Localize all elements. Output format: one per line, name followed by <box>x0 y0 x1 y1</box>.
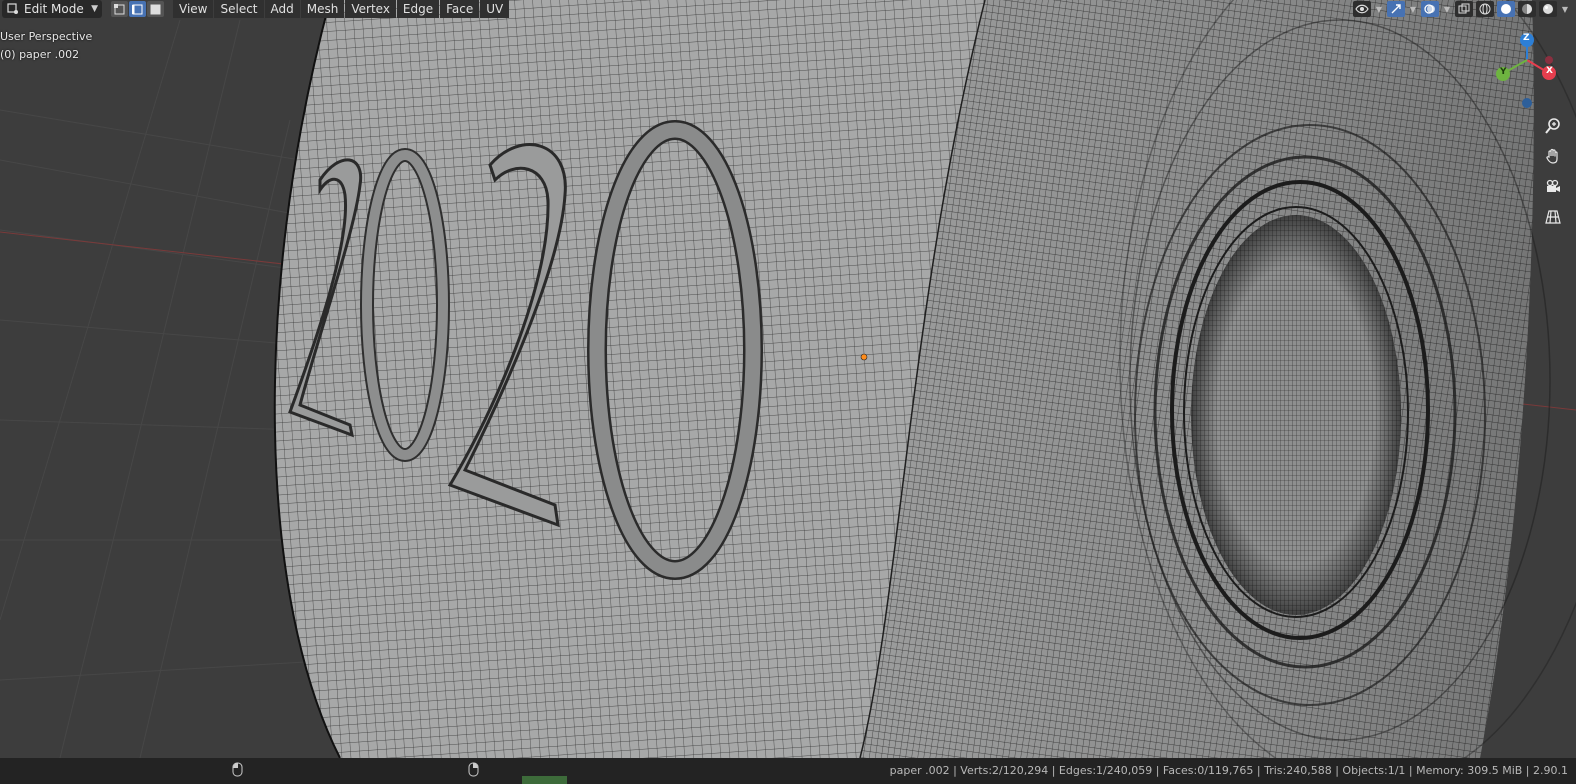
visibility-eye-icon[interactable] <box>1353 1 1371 17</box>
mode-selector[interactable]: Edit Mode ▼ <box>2 0 102 18</box>
3d-viewport[interactable]: User Perspective (0) paper .002 Z X Y <box>0 0 1576 758</box>
gizmo-toggle-icon[interactable] <box>1387 1 1405 17</box>
mouse-left-icon <box>232 762 243 777</box>
overlay-toggle-icon[interactable] <box>1421 1 1439 17</box>
perspective-toggle-icon[interactable] <box>1542 206 1564 228</box>
progress-indicator <box>522 776 567 784</box>
header-right-tools: ▼ ▼ ▼ ▼ <box>1353 0 1576 18</box>
zoom-icon[interactable] <box>1542 115 1564 137</box>
solid-shading-icon[interactable] <box>1497 1 1515 17</box>
chevron-down-icon[interactable]: ▼ <box>1374 1 1384 17</box>
mesh-front-face <box>274 0 985 758</box>
edit-mode-icon <box>6 2 20 16</box>
mouse-middle-icon <box>468 762 479 777</box>
wireframe-shading-icon[interactable] <box>1476 1 1494 17</box>
header-menus: View Select Add Mesh Vertex Edge Face UV <box>173 0 510 18</box>
pan-hand-icon[interactable] <box>1542 145 1564 167</box>
object-origin <box>860 353 868 361</box>
chevron-down-icon[interactable]: ▼ <box>1408 1 1418 17</box>
menu-mesh[interactable]: Mesh <box>300 0 345 18</box>
scene-statistics: paper .002 | Verts:2/120,294 | Edges:1/2… <box>889 764 1568 777</box>
menu-edge[interactable]: Edge <box>396 0 440 18</box>
mode-label: Edit Mode <box>24 2 84 16</box>
camera-view-icon[interactable] <box>1542 176 1564 198</box>
chevron-down-icon[interactable]: ▼ <box>1442 1 1452 17</box>
object-info-label: (0) paper .002 <box>0 48 80 61</box>
select-mode-group <box>111 1 164 17</box>
face-select-icon <box>150 4 161 14</box>
edge-select-button[interactable] <box>129 1 146 17</box>
material-shading-icon[interactable] <box>1518 1 1536 17</box>
status-bar: paper .002 | Verts:2/120,294 | Edges:1/2… <box>0 758 1576 784</box>
chevron-down-icon[interactable]: ▼ <box>1560 1 1570 17</box>
vertex-select-button[interactable] <box>111 1 128 17</box>
edge-select-icon <box>132 4 143 14</box>
xray-toggle-icon[interactable] <box>1455 1 1473 17</box>
menu-view[interactable]: View <box>173 0 214 18</box>
gizmo-z-label[interactable]: Z <box>1523 33 1530 43</box>
viewport-header: Edit Mode ▼ View Select Add Mesh Vertex … <box>0 0 1576 18</box>
view-name-label: User Perspective <box>0 30 93 43</box>
scene-canvas[interactable] <box>0 0 1576 758</box>
menu-face[interactable]: Face <box>440 0 480 18</box>
menu-add[interactable]: Add <box>264 0 300 18</box>
chevron-down-icon: ▼ <box>91 4 98 14</box>
rendered-shading-icon[interactable] <box>1539 1 1557 17</box>
menu-uv[interactable]: UV <box>480 0 510 18</box>
face-select-button[interactable] <box>147 1 164 17</box>
menu-vertex[interactable]: Vertex <box>345 0 396 18</box>
gizmo-x-label[interactable]: X <box>1546 66 1553 76</box>
vertex-select-icon <box>114 3 125 14</box>
gizmo-y-label[interactable]: Y <box>1500 67 1507 77</box>
menu-select[interactable]: Select <box>214 0 264 18</box>
